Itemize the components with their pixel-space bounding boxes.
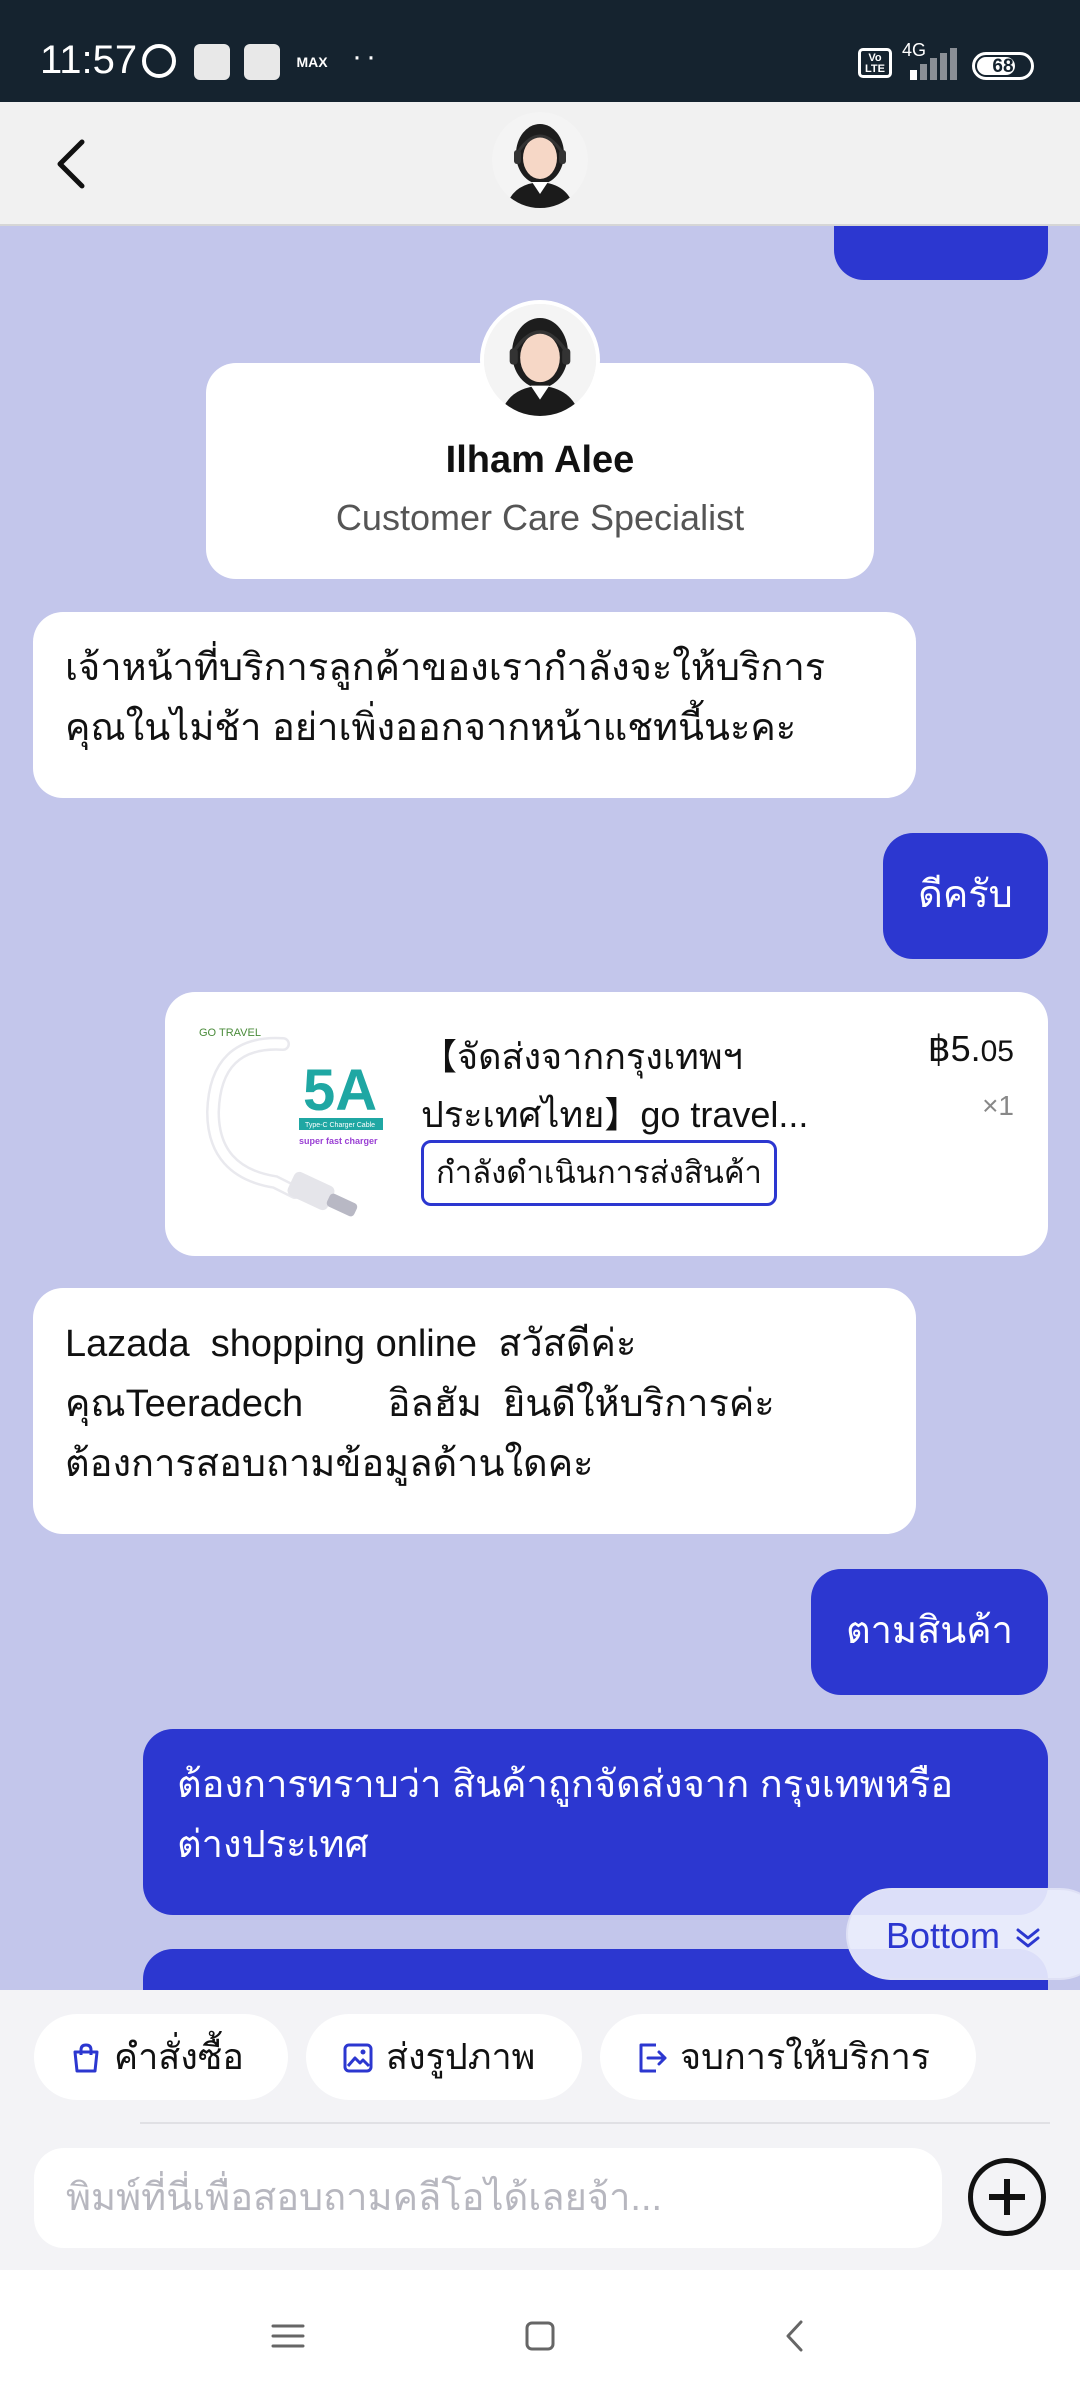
scroll-to-bottom-button[interactable]: Bottom	[846, 1888, 1080, 1980]
agent-avatar-image	[492, 112, 588, 208]
product-price: ฿5.05	[927, 1028, 1014, 1069]
orders-button[interactable]: คำสั่งซื้อ	[34, 2014, 288, 2100]
message-incoming: เจ้าหน้าที่บริการลูกค้าของเรากำลังจะให้บ…	[33, 612, 916, 798]
thumb-big: 5A	[303, 1058, 377, 1123]
menu-button[interactable]	[258, 2310, 318, 2362]
message-outgoing: ตามสินค้า	[811, 1569, 1048, 1695]
add-attachment-button[interactable]	[968, 2158, 1046, 2236]
exit-icon	[639, 2043, 667, 2073]
product-quantity: ×1	[982, 1090, 1014, 1121]
header-avatar[interactable]	[492, 112, 588, 208]
notification-image-icon	[244, 44, 280, 80]
agent-role: Customer Care Specialist	[335, 497, 745, 538]
order-status-badge: กำลังดำเนินการส่งสินค้า	[421, 1140, 777, 1206]
home-button[interactable]	[510, 2310, 570, 2362]
back-icon	[786, 2320, 803, 2352]
product-title: 【จัดส่งจากกรุงเทพฯ ประเทศไทย】go travel..…	[421, 1036, 809, 1135]
message-input[interactable]	[34, 2148, 942, 2248]
message-bubble-partial	[834, 226, 1048, 280]
thumb-sub: Type-C Charger Cable	[305, 1122, 375, 1129]
volte-icon: Vo LTE	[858, 48, 892, 78]
status-time: 11:57	[40, 38, 138, 82]
back-button[interactable]	[36, 130, 104, 198]
product-thumbnail: GO TRAVEL 5A Type-C Charger Cable super …	[195, 1022, 395, 1222]
thumb-tag: super fast charger	[299, 1136, 378, 1146]
end-service-button[interactable]: จบการให้บริการ	[600, 2014, 976, 2100]
alarm-icon	[142, 44, 176, 78]
nav-back-button[interactable]	[764, 2310, 824, 2362]
shopping-bag-icon	[73, 2043, 99, 2073]
chevron-left-icon	[57, 139, 85, 189]
battery-icon: 68	[972, 52, 1034, 80]
order-card[interactable]: GO TRAVEL 5A Type-C Charger Cable super …	[165, 992, 1048, 1256]
quick-actions-bar: คำสั่งซื้อ ส่งรูปภาพ จบการให้บริการ	[0, 1990, 1080, 2124]
agent-avatar	[480, 300, 600, 420]
system-navigation-bar	[0, 2270, 1080, 2400]
agent-avatar-image	[484, 304, 596, 416]
double-chevron-down-icon	[1016, 1928, 1040, 1948]
home-icon	[525, 2321, 555, 2351]
agent-name: Ilham Alee	[445, 439, 635, 481]
battery-level: 68	[992, 56, 1014, 77]
send-image-button[interactable]: ส่งรูปภาพ	[306, 2014, 582, 2100]
notification-image-icon	[194, 44, 230, 80]
image-icon	[343, 2043, 373, 2073]
signal-icon	[910, 48, 962, 80]
chat-area[interactable]: Ilham Alee Customer Care Specialist เจ้า…	[0, 226, 1080, 1990]
thumb-brand: GO TRAVEL	[199, 1027, 261, 1039]
max-icon: MAX	[296, 54, 328, 70]
message-outgoing: ดีครับ	[883, 833, 1048, 959]
message-incoming: Lazada shopping online สวัสดีค่ะ คุณTeer…	[33, 1288, 916, 1534]
status-bar: 11:57 MAX ·· Vo LTE 4G 68	[0, 0, 1080, 102]
message-input-bar	[0, 2124, 1080, 2270]
menu-icon	[271, 2324, 305, 2348]
chat-header	[0, 102, 1080, 226]
more-notifications-icon: ··	[352, 40, 380, 73]
